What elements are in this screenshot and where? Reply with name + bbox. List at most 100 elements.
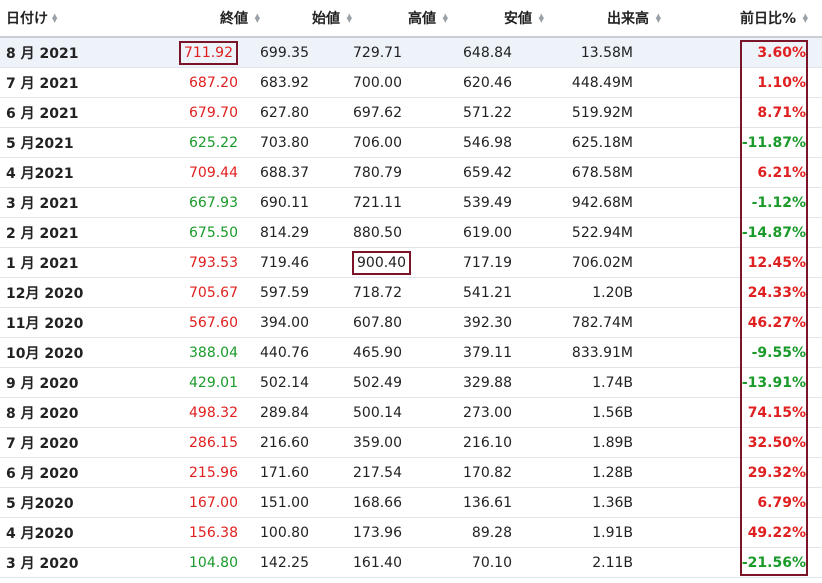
cell-open-text: 699.35 [260,44,309,61]
cell-low-text: 392.30 [463,314,512,331]
cell-close: 286.15 [170,428,260,458]
cell-volume-text: 625.18M [571,134,633,151]
column-header-high[interactable]: 高値 ▲ ▼ [352,0,448,38]
cell-volume-text: 522.94M [571,224,633,241]
sort-arrows-icon: ▲ ▼ [442,12,448,24]
cell-date-text: 7 月 2020 [6,435,79,452]
cell-volume: 942.68M [544,188,661,218]
cell-high: 780.79 [352,158,448,188]
cell-change-text: 6.21% [757,164,806,181]
column-header-close[interactable]: 終値 ▲ ▼ [170,0,260,38]
cell-date-text: 6 月 2020 [6,465,79,482]
cell-low-text: 70.10 [471,554,512,571]
cell-date: 4 月2021 [0,158,170,188]
cell-open: 142.25 [260,548,352,578]
cell-open-text: 394.00 [260,314,309,331]
cell-date: 12月 2020 [0,278,170,308]
cell-open: 814.29 [260,218,352,248]
cell-low: 329.88 [448,368,544,398]
cell-change-text: 74.15% [747,404,806,421]
cell-high-text: 161.40 [353,554,402,571]
cell-low-text: 571.22 [463,104,512,121]
column-header-change[interactable]: 前日比% ▲ ▼ [661,0,822,38]
cell-change: -21.56% [661,548,822,578]
cell-close-text: 705.67 [189,284,238,301]
cell-open-text: 151.00 [260,494,309,511]
cell-date: 1 月 2021 [0,248,170,278]
cell-change-text: -11.87% [741,134,806,151]
cell-volume: 1.74B [544,368,661,398]
sort-arrows-icon: ▲ ▼ [52,12,58,24]
cell-date-text: 5 月2021 [6,135,74,152]
cell-high-text: 700.00 [353,74,402,91]
cell-open: 502.14 [260,368,352,398]
cell-high-text: 359.00 [353,434,402,451]
cell-low: 619.00 [448,218,544,248]
cell-high: 168.66 [352,488,448,518]
cell-high: 607.80 [352,308,448,338]
cell-close: 498.32 [170,398,260,428]
column-header-low[interactable]: 安値 ▲ ▼ [448,0,544,38]
cell-close: 567.60 [170,308,260,338]
cell-date: 11月 2020 [0,308,170,338]
cell-low-text: 659.42 [463,164,512,181]
cell-change-text: 3.60% [757,44,806,61]
cell-high-text: 500.14 [353,404,402,421]
cell-low-text: 619.00 [463,224,512,241]
cell-high: 706.00 [352,128,448,158]
cell-open: 719.46 [260,248,352,278]
cell-high: 502.49 [352,368,448,398]
cell-high: 700.00 [352,68,448,98]
cell-high-text: 880.50 [353,224,402,241]
cell-low: 216.10 [448,428,544,458]
cell-date: 8 月 2021 [0,37,170,68]
cell-low: 659.42 [448,158,544,188]
cell-open: 216.60 [260,428,352,458]
cell-close-text: 388.04 [189,344,238,361]
sort-arrows-icon: ▲ ▼ [802,12,808,24]
cell-open: 627.80 [260,98,352,128]
cell-volume: 448.49M [544,68,661,98]
cell-low: 541.21 [448,278,544,308]
cell-high: 465.90 [352,338,448,368]
column-header-volume[interactable]: 出来高 ▲ ▼ [544,0,661,38]
column-header-open[interactable]: 始値 ▲ ▼ [260,0,352,38]
cell-change-text: -1.12% [751,194,806,211]
cell-open: 688.37 [260,158,352,188]
cell-date-text: 8 月 2020 [6,405,79,422]
cell-volume-text: 1.74B [592,374,633,391]
cell-volume-text: 2.11B [592,554,633,571]
cell-volume: 1.91B [544,518,661,548]
cell-low-text: 541.21 [463,284,512,301]
cell-date-text: 9 月 2020 [6,375,79,392]
sort-arrows-icon: ▲ ▼ [655,12,661,24]
cell-high: 217.54 [352,458,448,488]
table-row: 10月 2020 388.04 440.76 465.90 379.11 833.91M -… [0,338,822,368]
cell-change-text: 8.71% [757,104,806,121]
sort-arrows-icon: ▲ ▼ [346,12,352,24]
cell-volume: 1.36B [544,488,661,518]
cell-volume: 1.20B [544,278,661,308]
cell-date: 9 月 2020 [0,368,170,398]
cell-open-text: 690.11 [260,194,309,211]
table-row: 7 月 2021 687.20 683.92 700.00 620.46 448.49M 1… [0,68,822,98]
cell-close: 167.00 [170,488,260,518]
cell-volume: 833.91M [544,338,661,368]
cell-volume: 1.56B [544,398,661,428]
table-row: 4 月2021 709.44 688.37 780.79 659.42 678.58M 6.… [0,158,822,188]
cell-low-text: 273.00 [463,404,512,421]
cell-change: 3.60% [661,37,822,68]
cell-low: 89.28 [448,518,544,548]
cell-high-text: 697.62 [353,104,402,121]
cell-high-text: 718.72 [353,284,402,301]
cell-volume: 625.18M [544,128,661,158]
cell-close: 711.92 [170,37,260,68]
table-row: 2 月 2021 675.50 814.29 880.50 619.00 522.94M -… [0,218,822,248]
cell-volume: 1.28B [544,458,661,488]
column-header-date[interactable]: 日付け ▲ ▼ [0,0,170,38]
cell-low-text: 170.82 [463,464,512,481]
cell-close-text: 675.50 [189,224,238,241]
cell-high-text: 780.79 [353,164,402,181]
cell-low: 717.19 [448,248,544,278]
table-row: 3 月 2021 667.93 690.11 721.11 539.49 942.68M -… [0,188,822,218]
